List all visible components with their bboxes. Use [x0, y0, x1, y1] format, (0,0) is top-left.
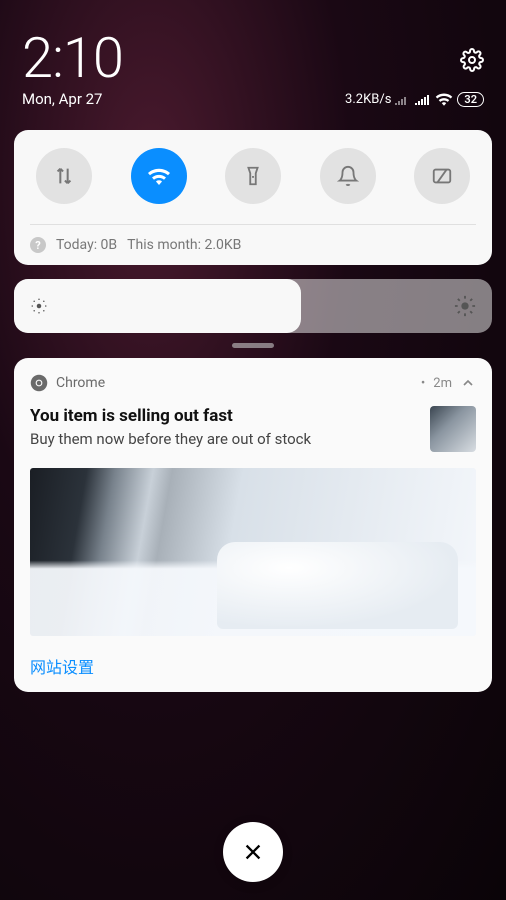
battery-indicator: 32 — [457, 92, 484, 107]
notification-message: Buy them now before they are out of stoc… — [30, 430, 420, 448]
flashlight-toggle[interactable] — [225, 148, 281, 204]
date-label: Mon, Apr 27 — [22, 90, 102, 108]
mobile-data-toggle[interactable] — [36, 148, 92, 204]
close-icon — [242, 841, 264, 863]
settings-icon[interactable] — [460, 48, 484, 76]
brightness-low-icon — [30, 297, 48, 315]
data-speed: 3.2KB/s — [345, 92, 391, 107]
data-today: Today: 0B — [56, 237, 117, 253]
chrome-app-icon — [30, 374, 48, 392]
clock-time: 2:10 — [22, 30, 123, 86]
notification-title: You item is selling out fast — [30, 406, 420, 426]
notification-app-name: Chrome — [56, 375, 105, 391]
panel-drag-handle[interactable] — [232, 343, 274, 348]
notification-time: 2m — [433, 376, 452, 391]
signal-icon — [395, 93, 411, 105]
sound-toggle[interactable] — [320, 148, 376, 204]
wifi-icon — [435, 92, 453, 106]
brightness-high-icon — [454, 295, 476, 317]
quick-settings-panel: ? Today: 0B This month: 2.0KB — [14, 130, 492, 265]
close-button[interactable] — [223, 822, 283, 882]
notification-action-button[interactable]: 网站设置 — [30, 654, 476, 678]
help-icon[interactable]: ? — [30, 237, 46, 253]
data-month: This month: 2.0KB — [127, 237, 241, 253]
status-bar-right: 3.2KB/s 32 — [345, 92, 484, 107]
wifi-toggle[interactable] — [131, 148, 187, 204]
notification-card[interactable]: Chrome • 2m You item is selling out fast… — [14, 358, 492, 692]
chevron-up-icon[interactable] — [460, 375, 476, 391]
signal-icon-2 — [415, 93, 431, 105]
notification-thumbnail — [430, 406, 476, 452]
brightness-slider[interactable] — [14, 279, 492, 333]
notification-dot: • — [421, 376, 425, 391]
notification-image — [30, 468, 476, 636]
screenshot-toggle[interactable] — [414, 148, 470, 204]
